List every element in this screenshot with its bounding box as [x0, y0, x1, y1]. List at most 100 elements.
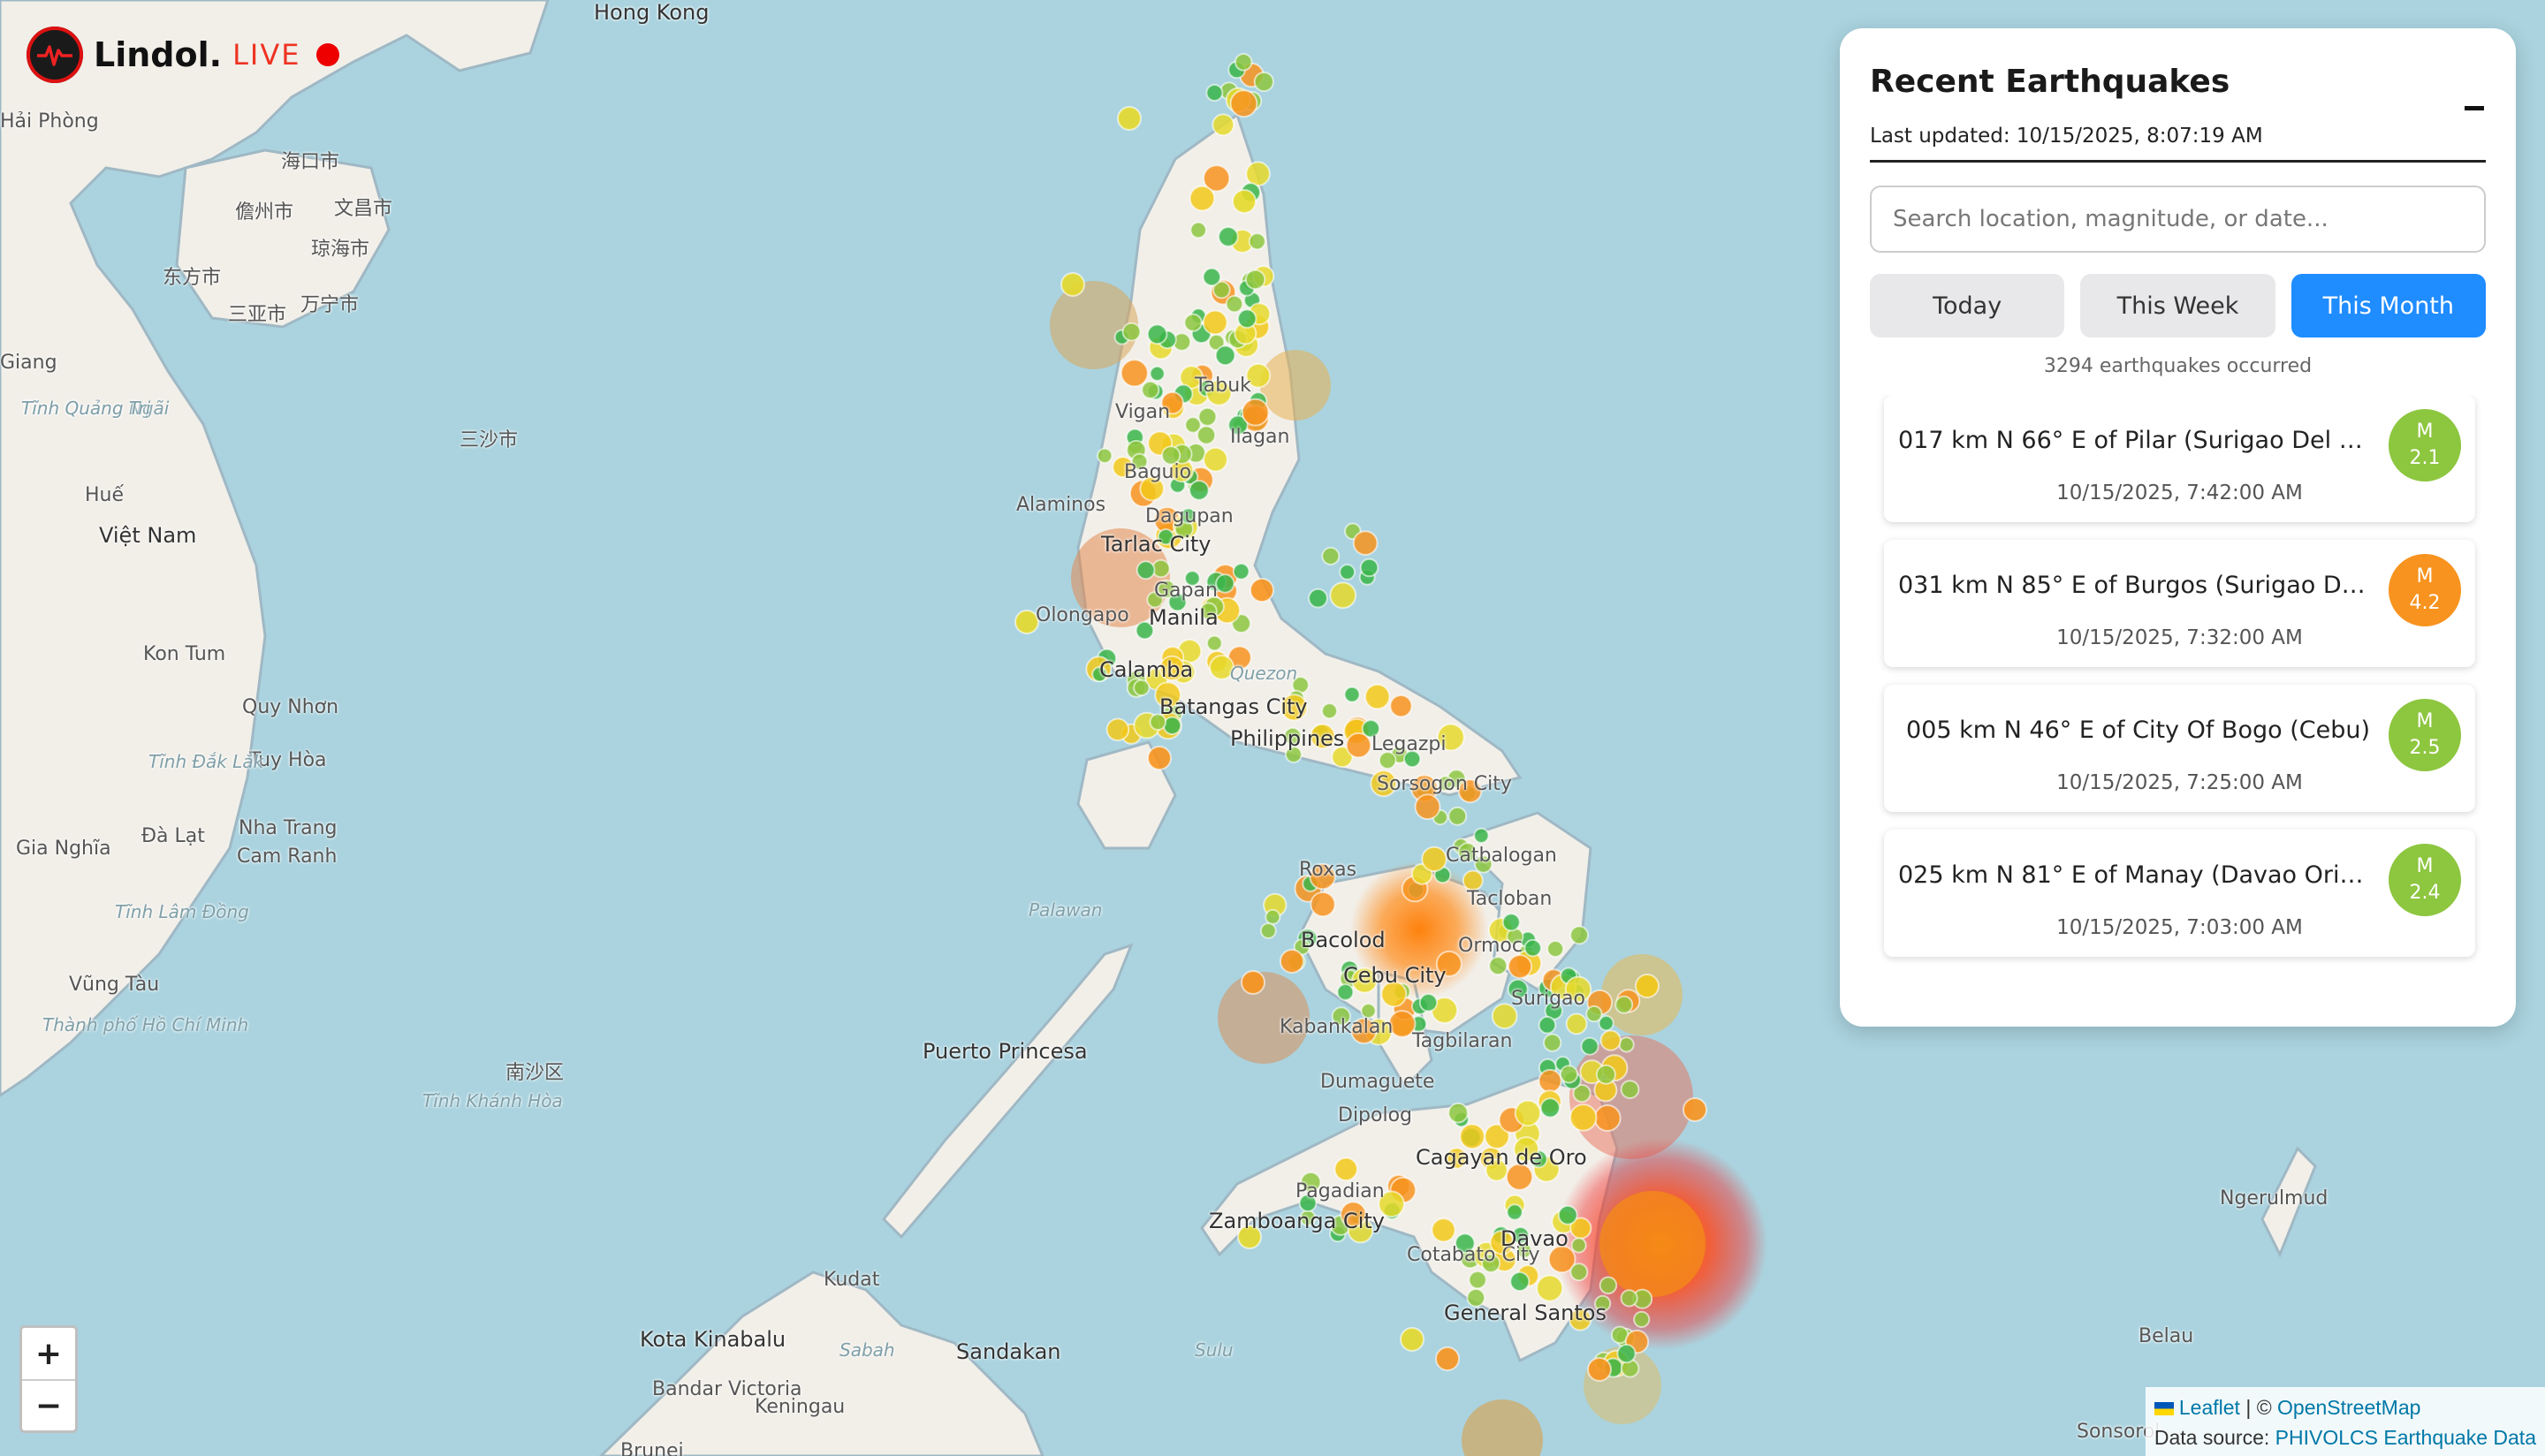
- earthquake-marker[interactable]: [1060, 272, 1085, 297]
- earthquake-marker[interactable]: [1418, 993, 1439, 1012]
- earthquake-marker[interactable]: [1593, 1104, 1622, 1132]
- list-item[interactable]: 017 km N 66° E of Pilar (Surigao Del Nor…: [1884, 395, 2475, 522]
- earthquake-marker[interactable]: [1234, 53, 1253, 72]
- earthquake-marker[interactable]: [1146, 323, 1168, 345]
- earthquake-marker[interactable]: [1250, 578, 1274, 603]
- earthquake-marker[interactable]: [1097, 447, 1113, 464]
- earthquake-marker[interactable]: [1565, 1012, 1588, 1035]
- earthquake-marker[interactable]: [1506, 1203, 1523, 1221]
- earthquake-marker[interactable]: [1183, 313, 1203, 332]
- collapse-panel-icon[interactable]: [2465, 106, 2484, 110]
- earthquake-marker[interactable]: [1557, 1204, 1578, 1225]
- earthquake-marker[interactable]: [1683, 1097, 1707, 1122]
- filter-today-button[interactable]: Today: [1870, 274, 2065, 337]
- earthquake-marker[interactable]: [1508, 954, 1532, 979]
- earthquake-marker[interactable]: [1329, 581, 1357, 610]
- earthquake-marker[interactable]: [1121, 322, 1142, 342]
- earthquake-marker[interactable]: [1133, 679, 1151, 697]
- earthquake-marker[interactable]: [1447, 1102, 1469, 1124]
- earthquake-marker[interactable]: [1599, 1029, 1622, 1051]
- earthquake-marker[interactable]: [1559, 1065, 1579, 1084]
- earthquake-marker[interactable]: [1225, 294, 1244, 314]
- earthquake-marker[interactable]: [1635, 974, 1660, 998]
- earthquake-marker[interactable]: [1618, 1036, 1635, 1053]
- earthquake-marker[interactable]: [1435, 1346, 1460, 1371]
- filter-this-month-button[interactable]: This Month: [2290, 274, 2486, 337]
- zoom-out-button[interactable]: −: [22, 1379, 75, 1430]
- earthquake-marker[interactable]: [1599, 1276, 1618, 1295]
- earthquake-marker[interactable]: [1205, 84, 1224, 102]
- earthquake-marker[interactable]: [1339, 564, 1356, 580]
- earthquake-marker[interactable]: [1620, 1080, 1640, 1099]
- earthquake-marker[interactable]: [1570, 1237, 1587, 1254]
- earthquake-marker[interactable]: [1536, 1274, 1564, 1302]
- earthquake-marker[interactable]: [1203, 446, 1228, 473]
- earthquake-marker[interactable]: [1237, 308, 1257, 329]
- earthquake-marker[interactable]: [1473, 827, 1490, 844]
- earthquake-marker[interactable]: [1538, 1015, 1557, 1035]
- earthquake-marker[interactable]: [1523, 938, 1542, 958]
- zoom-in-button[interactable]: +: [22, 1328, 75, 1379]
- earthquake-marker[interactable]: [1280, 949, 1304, 974]
- earthquake-marker[interactable]: [1189, 480, 1210, 501]
- earthquake-marker[interactable]: [1215, 573, 1235, 594]
- earthquake-marker[interactable]: [1308, 588, 1328, 609]
- earthquake-marker[interactable]: [1202, 309, 1228, 336]
- earthquake-list[interactable]: 017 km N 66° E of Pilar (Surigao Del Nor…: [1870, 395, 2486, 978]
- earthquake-marker[interactable]: [1189, 221, 1207, 239]
- earthquake-marker[interactable]: [1431, 1217, 1456, 1243]
- earthquake-marker[interactable]: [1620, 1289, 1638, 1308]
- earthquake-marker[interactable]: [1543, 1033, 1562, 1052]
- earthquake-marker[interactable]: [1241, 970, 1265, 995]
- earthquake-marker[interactable]: [1343, 686, 1361, 703]
- earthquake-marker[interactable]: [1400, 1327, 1424, 1352]
- list-item[interactable]: 005 km N 46° E of City Of Bogo (Cebu) 10…: [1884, 685, 2475, 812]
- earthquake-marker[interactable]: [1538, 1068, 1562, 1094]
- earthquake-marker[interactable]: [1569, 925, 1589, 945]
- earthquake-marker[interactable]: [1310, 891, 1336, 918]
- filter-this-week-button[interactable]: This Week: [2080, 274, 2275, 337]
- earthquake-marker[interactable]: [1245, 161, 1271, 186]
- earthquake-marker[interactable]: [1468, 1270, 1487, 1290]
- earthquake-marker[interactable]: [1147, 746, 1172, 770]
- earthquake-marker[interactable]: [1585, 1005, 1603, 1023]
- earthquake-marker[interactable]: [1105, 717, 1130, 742]
- earthquake-marker[interactable]: [1149, 365, 1166, 382]
- earthquake-marker[interactable]: [1136, 560, 1156, 580]
- logo[interactable]: Lindol. LIVE: [27, 27, 340, 83]
- earthquake-marker[interactable]: [1421, 846, 1447, 873]
- earthquake-marker-halo[interactable]: [1462, 1399, 1543, 1456]
- earthquake-marker[interactable]: [1580, 1036, 1599, 1056]
- earthquake-marker[interactable]: [1333, 1156, 1358, 1182]
- earthquake-marker[interactable]: [1616, 1344, 1637, 1364]
- earthquake-marker[interactable]: [1232, 563, 1250, 580]
- phivolcs-link[interactable]: PHIVOLCS Earthquake Data: [2275, 1426, 2536, 1449]
- earthquake-marker[interactable]: [1501, 913, 1521, 932]
- earthquake-marker[interactable]: [1414, 793, 1441, 821]
- earthquake-marker[interactable]: [1633, 1310, 1651, 1329]
- earthquake-marker[interactable]: [1120, 359, 1149, 388]
- earthquake-marker[interactable]: [1546, 940, 1564, 958]
- earthquake-marker[interactable]: [1321, 702, 1338, 720]
- earthquake-marker[interactable]: [1587, 1357, 1612, 1382]
- earthquake-marker[interactable]: [1202, 267, 1222, 287]
- earthquake-marker[interactable]: [1569, 1103, 1598, 1132]
- leaflet-link[interactable]: Leaflet: [2179, 1396, 2240, 1419]
- list-item[interactable]: 031 km N 85° E of Burgos (Surigao Del No…: [1884, 540, 2475, 667]
- earthquake-marker[interactable]: [1197, 425, 1217, 445]
- earthquake-marker[interactable]: [1117, 106, 1142, 131]
- list-item[interactable]: 025 km N 81° E of Manay (Davao Oriental)…: [1884, 830, 2475, 957]
- earthquake-marker[interactable]: [1265, 908, 1281, 925]
- earthquake-marker[interactable]: [1248, 232, 1266, 251]
- earthquake-marker[interactable]: [1189, 185, 1216, 212]
- earthquake-marker[interactable]: [1595, 1064, 1616, 1085]
- earthquake-marker[interactable]: [1141, 380, 1160, 399]
- earthquake-marker[interactable]: [1352, 530, 1379, 556]
- earthquake-marker[interactable]: [1614, 995, 1634, 1014]
- earthquake-marker[interactable]: [1364, 683, 1391, 710]
- earthquake-marker[interactable]: [1232, 189, 1257, 214]
- earthquake-marker[interactable]: [1244, 269, 1266, 291]
- earthquake-marker[interactable]: [1253, 72, 1274, 93]
- earthquake-marker[interactable]: [1321, 546, 1341, 565]
- earthquake-marker[interactable]: [1259, 922, 1277, 939]
